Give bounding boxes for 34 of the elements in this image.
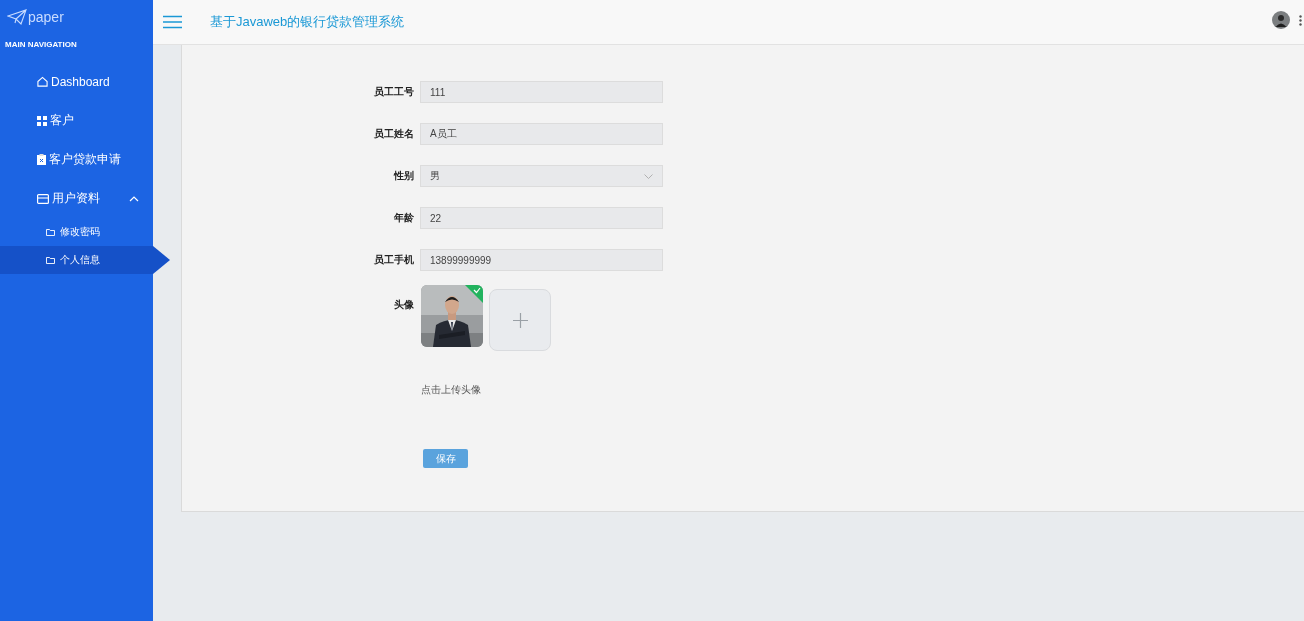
field-label: 头像 (393, 298, 414, 312)
upload-tile[interactable] (489, 289, 551, 351)
paper-plane-icon (7, 9, 27, 25)
input-field[interactable]: A员工 (420, 123, 663, 145)
nav-item[interactable]: 客户 (0, 101, 153, 140)
field-label: 员工工号 (373, 85, 414, 99)
input-field[interactable]: 13899999999 (420, 249, 663, 271)
brand-name: paper (28, 9, 64, 25)
nav-item[interactable]: 用户资料 (0, 179, 153, 218)
card-icon (37, 193, 49, 204)
select-field[interactable]: 男 (420, 165, 663, 187)
app-title: 基于Javaweb的银行贷款管理系统 (210, 13, 405, 31)
folder-icon (46, 256, 55, 264)
nav-subitem[interactable]: 个人信息 (0, 246, 170, 274)
input-field[interactable]: 22 (420, 207, 663, 229)
field-label: 年龄 (393, 211, 414, 225)
folder-icon (46, 228, 55, 236)
more-icon[interactable] (1299, 15, 1302, 26)
plus-icon (512, 312, 528, 328)
nav-item[interactable]: Dashboard (0, 62, 153, 101)
chevron-down-icon (644, 173, 653, 179)
menu-icon[interactable] (163, 15, 182, 29)
field-label: 性别 (392, 169, 414, 183)
nav-item[interactable]: 客户贷款申请 (0, 140, 153, 179)
avatar-icon[interactable] (1272, 11, 1290, 29)
clipboard-icon (37, 154, 46, 165)
nav-heading: MAIN NAVIGATION (4, 39, 78, 51)
grid-icon (37, 115, 47, 126)
field-label: 员工手机 (373, 253, 414, 267)
field-label: 员工姓名 (373, 127, 414, 141)
home-icon (37, 76, 48, 87)
input-field[interactable]: 111 (420, 81, 663, 103)
nav-subitem[interactable]: 修改密码 (0, 218, 153, 246)
upload-hint: 点击上传头像 (421, 383, 481, 397)
